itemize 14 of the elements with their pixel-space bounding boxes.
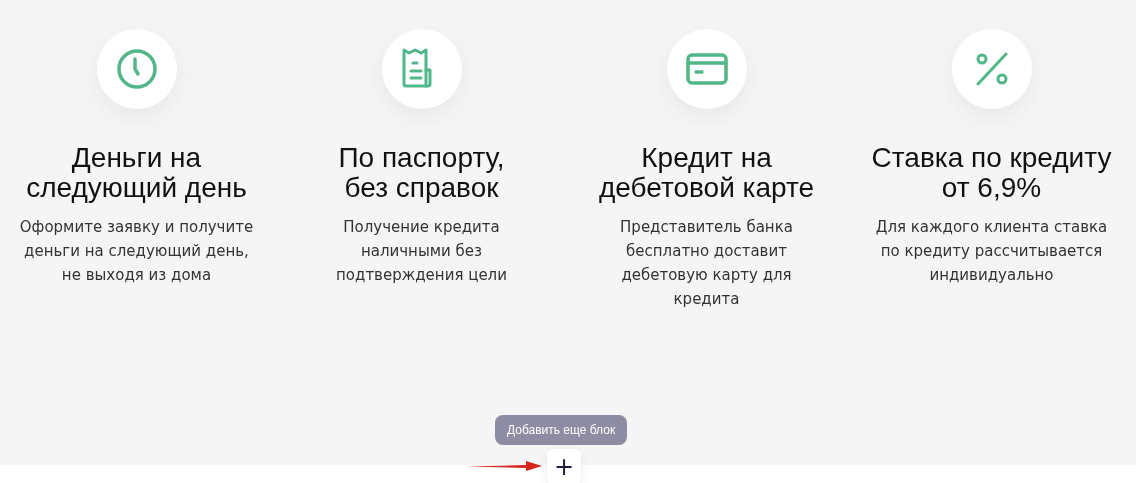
clock-icon [115, 48, 158, 90]
percent-icon [974, 52, 1009, 86]
feature-description: Представитель банка бесплатно доставит дебетовую карту для кредита [620, 217, 793, 310]
feature-description: Для каждого клиента ставка по кредиту рассчитывается индивидуально [875, 217, 1108, 286]
arrow-icon [466, 460, 542, 472]
feature-title: Ставка по кредиту от 6,9% [871, 143, 1112, 203]
add-block-button[interactable]: + [547, 449, 581, 483]
feature-title: По паспорту, без справок [338, 143, 505, 203]
feature-title: Кредит на дебетовой карте [598, 143, 815, 203]
feature-description: Оформите заявку и получите деньги на следующий день, не выходя из дома [19, 217, 254, 286]
tooltip: Добавить еще блок [495, 415, 628, 445]
feature-description: Получение кредита наличными без подтверждения цели [336, 217, 507, 286]
card-icon [685, 53, 728, 85]
feature-title: Деньги на следующий день [26, 143, 247, 203]
